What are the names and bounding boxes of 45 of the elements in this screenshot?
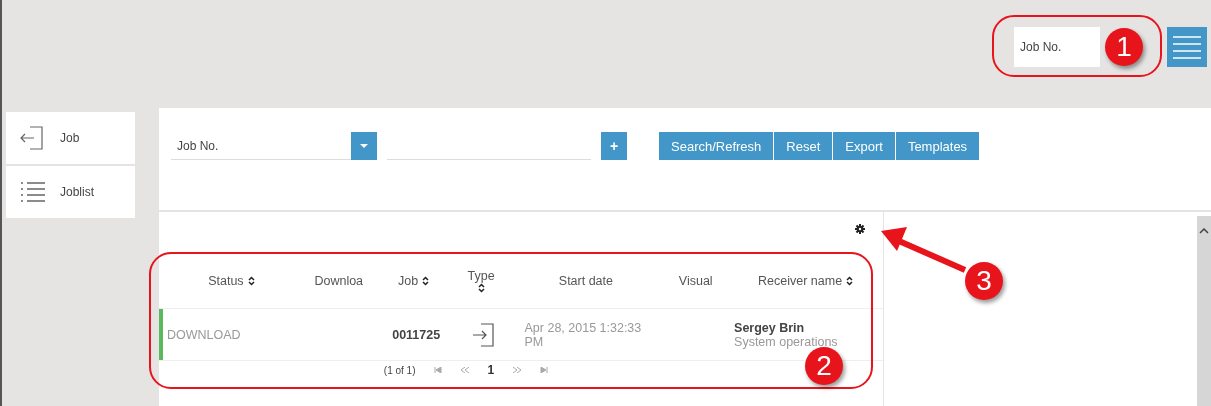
toolbar-button[interactable]: Export [833, 132, 895, 160]
first-page-icon[interactable] [433, 367, 442, 373]
enter-icon [20, 126, 46, 150]
dropdown-button[interactable] [351, 131, 377, 160]
sort-icon[interactable] [477, 283, 485, 293]
job-number: 0011725 [392, 327, 441, 342]
column-header: Start date [558, 274, 613, 288]
sidebar-label: Joblist [60, 185, 94, 199]
annotation-badge: 1 [1105, 28, 1143, 66]
sidebar-label: Job [60, 131, 80, 145]
select-value: Job No. [177, 138, 219, 153]
menu-icon [1172, 35, 1202, 59]
column-header: Visual [678, 274, 713, 288]
toolbar-button[interactable]: Reset [774, 132, 833, 160]
enter-icon [472, 322, 495, 347]
list-icon [20, 181, 46, 203]
menu-button[interactable] [1167, 27, 1207, 67]
add-button[interactable]: + [601, 132, 627, 160]
receiver-name: Sergey Brin [734, 320, 805, 335]
previous-page-icon[interactable] [459, 367, 470, 373]
sort-icon[interactable] [422, 276, 430, 286]
sidebar-item[interactable]: Job [6, 112, 135, 164]
sidebar-item[interactable]: Joblist [6, 166, 135, 218]
last-page-icon[interactable] [540, 367, 549, 373]
page-summary: (1 of 1) [383, 364, 416, 376]
start-date: Apr 28, 2015 1:32:33 PM [524, 320, 643, 349]
search-field[interactable]: Job No. [1014, 27, 1100, 67]
column-header: Status [208, 274, 244, 288]
scrollbar[interactable] [1197, 216, 1211, 406]
scroll-up-icon[interactable] [1199, 228, 1209, 234]
next-page-icon[interactable] [512, 367, 523, 373]
column-header: Type [467, 269, 495, 283]
receiver-role: System operations [734, 334, 838, 349]
field-select[interactable]: Job No. [171, 132, 377, 160]
settings-icon[interactable] [855, 224, 865, 234]
toolbar-button[interactable]: Templates [895, 132, 980, 160]
toolbar-button[interactable]: Search/Refresh [659, 132, 774, 160]
column-header: Downloa [314, 274, 364, 288]
page-number[interactable]: 1 [487, 363, 495, 377]
column-header: Receiver name [758, 274, 843, 288]
column-header: Job [398, 274, 419, 288]
sort-icon[interactable] [846, 276, 854, 286]
status-text: DOWNLOAD [166, 327, 241, 342]
caret-icon [360, 143, 368, 148]
sort-icon[interactable] [247, 276, 255, 286]
